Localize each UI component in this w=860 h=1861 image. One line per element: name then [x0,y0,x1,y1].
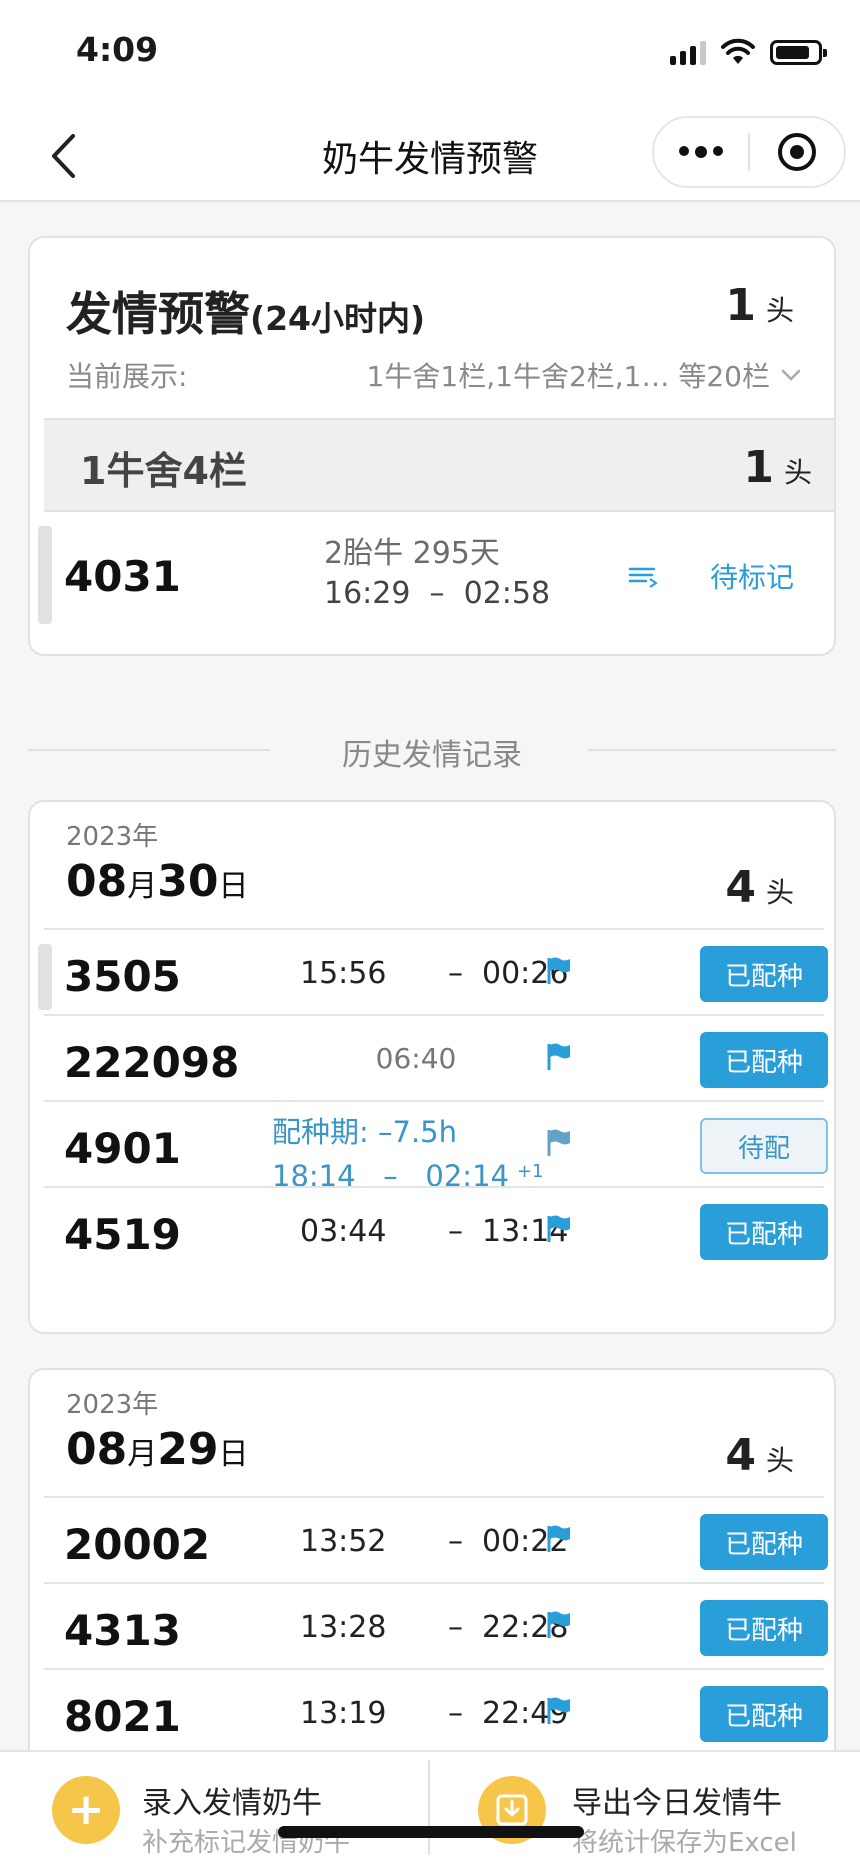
bred-status-button[interactable]: 已配种 [700,1204,828,1260]
breeding-period: 配种期: –7.5h 18:14 – 02:14 +1 [272,1115,544,1193]
add-title: 录入发情奶牛 [142,1786,322,1821]
bottom-action-bar: + 录入发情奶牛 补充标记发情奶牛 导出今日发情牛 将统计保存为Excel [0,1750,860,1861]
estrus-start: 13:19 [300,1696,387,1731]
cow-id: 8021 [64,1692,181,1741]
alert-cow-row[interactable]: 4031 2胎牛 295天 16:29 – 02:58 待标记 [30,512,834,654]
alert-count: 1头 [725,280,794,331]
estrus-start: 13:52 [300,1524,387,1559]
history-row[interactable]: 4901 配种期: –7.5h 18:14 – 02:14 +1 待配 [44,1100,828,1193]
history-date: 08月30日 [66,856,249,907]
battery-icon [770,39,827,65]
row-side-marker [38,944,52,1010]
cow-id: 4519 [64,1210,181,1259]
bred-status-button[interactable]: 已配种 [700,1032,828,1088]
history-count: 4头 [725,862,794,913]
alert-title: 发情预警(24小时内) [66,287,426,341]
pending-mark-link[interactable]: 待标记 [710,556,794,596]
list-detail-icon[interactable] [628,562,660,588]
status-time: 4:09 [76,30,159,69]
history-date: 08月29日 [66,1424,249,1475]
flag-icon[interactable] [546,1042,572,1072]
export-title: 导出今日发情牛 [572,1786,782,1821]
history-row[interactable]: 3505 15:56 – 00:26 已配种 [38,928,828,1014]
pen-name: 1牛舍4栏 [80,449,247,493]
cow-info: 2胎牛 295天 16:29 – 02:58 [324,536,551,611]
estrus-start: 03:44 [300,1214,387,1249]
cow-id: 4031 [64,552,181,601]
bred-status-button[interactable]: 已配种 [700,1514,828,1570]
pen-filter[interactable]: 当前展示: 1牛舍1栏,1牛舍2栏,1… 等20栏 [66,354,802,396]
status-bar: 4:09 [0,0,860,110]
cow-id: 3505 [64,952,181,1001]
history-year: 2023年 [66,1390,159,1420]
cow-id: 4901 [64,1124,181,1173]
more-icon[interactable] [654,146,748,158]
estrus-time: 06:40 [375,1042,457,1075]
row-side-marker [38,526,52,624]
flag-icon[interactable] [546,1610,572,1640]
history-row[interactable]: 20002 13:52 – 00:22 已配种 [44,1496,828,1582]
flag-icon[interactable] [546,1524,572,1554]
bred-status-button[interactable]: 已配种 [700,946,828,1002]
flag-icon[interactable] [546,1214,572,1244]
export-today-button[interactable]: 导出今日发情牛 将统计保存为Excel [430,1752,860,1861]
mini-program-capsule [652,116,846,188]
history-divider: 历史发情记录 [28,730,836,773]
home-indicator [278,1826,584,1838]
export-subtitle: 将统计保存为Excel [572,1828,797,1858]
pen-count: 1头 [743,442,812,493]
history-row[interactable]: 8021 13:19 – 22:49 已配种 [44,1668,828,1754]
signal-icon [670,39,706,65]
history-label: 历史发情记录 [342,738,522,773]
estrus-start: 13:28 [300,1610,387,1645]
estrus-start: 15:56 [300,956,387,991]
history-row[interactable]: 4519 03:44 – 13:14 已配种 [44,1186,828,1272]
estrus-end: 02:58 [463,576,551,611]
plus-icon: + [52,1776,120,1844]
flag-icon[interactable] [546,1128,572,1158]
estrus-start: 16:29 [324,576,411,611]
estrus-alert-card: 发情预警(24小时内) 1头 当前展示: 1牛舍1栏,1牛舍2栏,1… 等20栏… [28,236,836,656]
wifi-icon [721,38,755,64]
cow-id: 4313 [64,1606,181,1655]
history-row[interactable]: 222098 06:40 已配种 [44,1014,828,1100]
pen-header: 1牛舍4栏 1头 [44,418,834,512]
bred-status-button[interactable]: 已配种 [700,1600,828,1656]
showing-value: 1牛舍1栏,1牛舍2栏,1… 等20栏 [366,360,770,393]
chevron-down-icon [781,369,801,381]
alert-subtitle: (24小时内) [250,299,426,338]
pending-breed-button[interactable]: 待配 [700,1118,828,1174]
nav-bar: 奶牛发情预警 [0,110,860,202]
flag-icon[interactable] [546,1696,572,1726]
cow-id: 20002 [64,1520,211,1569]
history-year: 2023年 [66,822,159,852]
status-icons [670,38,827,66]
cow-id: 222098 [64,1038,240,1087]
showing-label: 当前展示: [66,360,188,393]
history-count: 4头 [725,1430,794,1481]
history-day-card: 2023年 08月30日 4头 3505 15:56 – 00:26 已配种 2… [28,800,836,1334]
flag-icon[interactable] [546,956,572,986]
close-target-icon[interactable] [750,133,844,171]
next-day-marker: +1 [516,1161,544,1182]
cow-parity-days: 2胎牛 295天 [324,536,500,571]
bred-status-button[interactable]: 已配种 [700,1686,828,1742]
add-estrus-cow-button[interactable]: + 录入发情奶牛 补充标记发情奶牛 [0,1752,430,1861]
history-row[interactable]: 4313 13:28 – 22:28 已配种 [44,1582,828,1668]
